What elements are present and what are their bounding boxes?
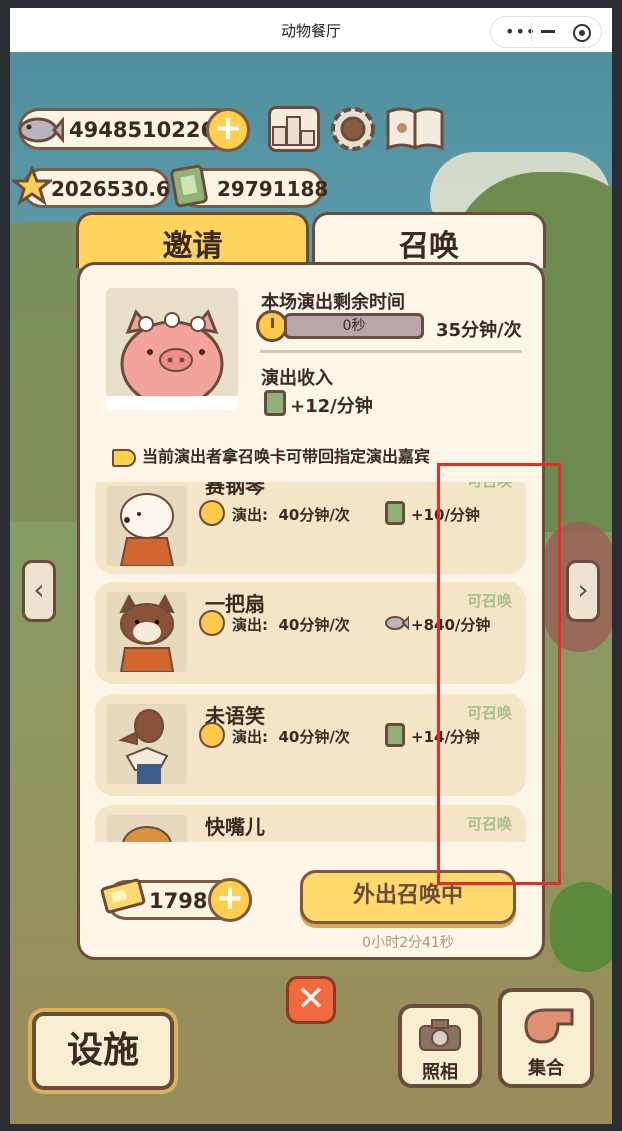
tab-summon[interactable]: 召唤 bbox=[312, 212, 546, 268]
remaining-time-label: 本场演出剩余时间 bbox=[261, 292, 405, 313]
fish-icon bbox=[16, 110, 65, 150]
income-label: 演出收入 bbox=[261, 368, 333, 389]
mini-program-capsule: ••• bbox=[490, 16, 602, 48]
summon-countdown: 0小时2分41秒 bbox=[362, 935, 454, 951]
capsule-divider bbox=[531, 23, 532, 41]
performer-name: 快嘴儿 bbox=[205, 815, 265, 839]
performance-label: 演出: 40分钟/次 bbox=[232, 616, 350, 634]
camera-icon bbox=[418, 1018, 462, 1052]
prev-arrow-button[interactable]: ‹ bbox=[22, 560, 56, 622]
performance-label: 演出: 40分钟/次 bbox=[232, 506, 350, 524]
tab-invite[interactable]: 邀请 bbox=[76, 212, 309, 268]
fish-amount: 4948510226 bbox=[69, 118, 216, 142]
ranking-icon[interactable] bbox=[268, 106, 320, 152]
clock-icon bbox=[199, 500, 225, 526]
ticket-icon bbox=[168, 164, 210, 208]
performance-label: 演出: 40分钟/次 bbox=[232, 728, 350, 746]
ticket-icon bbox=[264, 390, 286, 416]
ticket-icon bbox=[385, 501, 405, 525]
close-target-icon[interactable] bbox=[573, 24, 591, 42]
add-summon-card-button[interactable]: + bbox=[208, 878, 252, 922]
photo-label: 照相 bbox=[422, 1062, 458, 1083]
gear-settings-icon[interactable] bbox=[328, 104, 378, 154]
facility-button[interactable]: 设施 bbox=[32, 1012, 174, 1090]
polar-bear-avatar bbox=[107, 486, 187, 566]
gather-button[interactable]: 集合 bbox=[498, 988, 594, 1088]
gather-label: 集合 bbox=[528, 1058, 564, 1079]
fish-icon bbox=[385, 611, 410, 635]
summon-card-count: 1798 bbox=[149, 889, 208, 913]
summon-card-icon bbox=[98, 874, 148, 920]
add-fish-button[interactable]: + bbox=[206, 108, 250, 152]
close-panel-button[interactable]: ✕ bbox=[286, 976, 336, 1024]
dachshund-avatar bbox=[107, 704, 187, 784]
clock-icon bbox=[199, 722, 225, 748]
minimize-icon[interactable] bbox=[541, 30, 555, 33]
window-titlebar: 动物餐厅 ••• bbox=[10, 8, 612, 53]
notice-text: 当前演出者拿召唤卡可带回指定演出嘉宾 bbox=[142, 447, 431, 466]
photo-button[interactable]: 照相 bbox=[398, 1004, 482, 1088]
income-value: +12/分钟 bbox=[290, 396, 373, 417]
performance-duration: 35分钟/次 bbox=[436, 320, 522, 341]
megaphone-icon bbox=[112, 448, 136, 467]
recipe-book-icon[interactable] bbox=[384, 104, 446, 156]
shiba-avatar bbox=[107, 592, 187, 672]
highlight-box bbox=[437, 463, 561, 885]
remaining-time-bar: 0秒 bbox=[284, 313, 424, 339]
clock-icon bbox=[199, 610, 225, 636]
performer-name: 赛钢琴 bbox=[205, 482, 265, 498]
next-arrow-button[interactable]: › bbox=[566, 560, 600, 622]
star-icon bbox=[9, 165, 55, 206]
current-performer-portrait bbox=[106, 288, 238, 410]
dog-avatar bbox=[107, 815, 187, 842]
whistle-icon bbox=[522, 1002, 576, 1046]
section-divider bbox=[260, 350, 522, 353]
ticket-icon bbox=[385, 723, 405, 747]
ticket-amount: 29791188 bbox=[217, 177, 329, 201]
green-tree-decoration bbox=[550, 882, 612, 972]
star-amount: 2026530.6 bbox=[51, 177, 170, 201]
